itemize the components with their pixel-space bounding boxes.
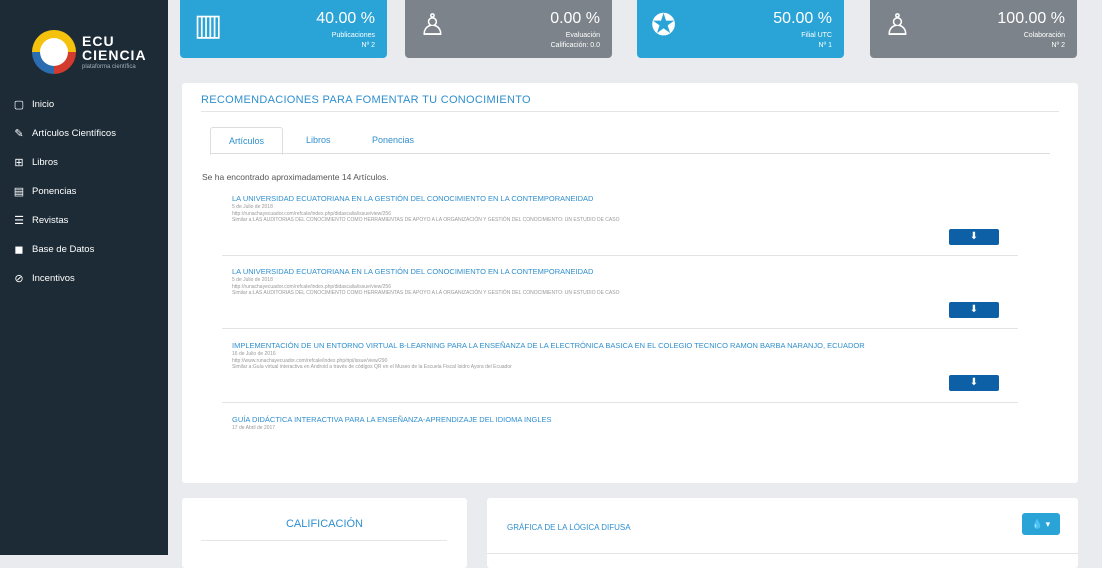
item-similar: Similar a:LAS AUDITORIAS DEL CONOCIMIENT… — [232, 217, 620, 223]
tab-libros[interactable]: Libros — [306, 127, 331, 153]
brand-name-line2: CIENCIA — [82, 47, 147, 63]
item-title[interactable]: LA UNIVERSIDAD ECUATORIANA EN LA GESTIÓN… — [232, 267, 1022, 277]
newspaper-icon: ▤ — [13, 186, 25, 198]
sidebar-item-ponencias[interactable]: ▤ Ponencias — [0, 177, 168, 206]
logo[interactable]: ECU CIENCIA plataforma científica — [14, 20, 154, 75]
list-item: LA UNIVERSIDAD ECUATORIANA EN LA GESTIÓN… — [232, 194, 1022, 224]
sidebar-item-articulos[interactable]: ✎ Artículos Científicos — [0, 119, 168, 148]
item-similar: Similar a:Guía virtual interactiva en An… — [232, 364, 512, 370]
stat-label: Filial UTC — [801, 32, 832, 39]
book-icon: ⊞ — [14, 157, 24, 169]
sidebar-item-label: Revistas — [32, 215, 69, 226]
results-count: Se ha encontrado aproximadamente 14 Artí… — [202, 172, 389, 182]
sidebar-item-label: Inicio — [32, 99, 55, 110]
user-icon: ♙ — [419, 9, 446, 42]
sidebar-item-base-de-datos[interactable]: ◼ Base de Datos — [0, 235, 168, 264]
item-title[interactable]: GUÍA DIDÁCTICA INTERACTIVA PARA LA ENSEÑ… — [232, 415, 1022, 425]
item-title[interactable]: IMPLEMENTACIÓN DE UN ENTORNO VIRTUAL B-L… — [232, 341, 1022, 351]
stat-sub: Nº 2 — [1051, 42, 1065, 49]
sidebar-item-inicio[interactable]: ▢ Inicio — [0, 90, 168, 119]
sidebar-item-label: Incentivos — [32, 273, 75, 284]
download-button[interactable]: ⬇ — [949, 375, 999, 391]
list-item: GUÍA DIDÁCTICA INTERACTIVA PARA LA ENSEÑ… — [232, 415, 1022, 432]
item-similar: Similar a:LAS AUDITORIAS DEL CONOCIMIENT… — [232, 290, 620, 296]
database-icon: ◼ — [14, 244, 24, 256]
divider — [487, 553, 1078, 554]
droplet-dropdown-button[interactable]: 💧 ▾ — [1022, 513, 1060, 535]
rating-title: CALIFICACIÓN — [285, 518, 363, 530]
item-date: 17 de Abril de 2017 — [232, 425, 276, 431]
download-button[interactable]: ⬇ — [949, 302, 999, 318]
recommendations-panel: RECOMENDACIONES PARA FOMENTAR TU CONOCIM… — [182, 83, 1078, 483]
tab-ponencias[interactable]: Ponencias — [372, 127, 414, 153]
tag-icon: ⊘ — [14, 273, 24, 285]
brand-name-line1: ECU — [82, 33, 115, 49]
stat-label: Publicaciones — [331, 32, 375, 39]
sidebar-nav: ▢ Inicio ✎ Artículos Científicos ⊞ Libros ▤… — [0, 90, 168, 293]
chevron-down-icon: ▾ — [1045, 519, 1051, 529]
star-circle-icon: ✪ — [651, 9, 677, 42]
stat-sub: Nº 2 — [361, 42, 375, 49]
sidebar-item-label: Ponencias — [32, 186, 77, 197]
download-button[interactable]: ⬇ — [949, 229, 999, 245]
divider — [201, 540, 447, 541]
brand-tagline: plataforma científica — [82, 64, 136, 70]
users-icon: ♙ — [884, 9, 911, 42]
stats-cards: ▥ 40.00 % Publicaciones Nº 2 ♙ 0.00 % Ev… — [180, 0, 1078, 60]
sidebar-item-incentivos[interactable]: ⊘ Incentivos — [0, 264, 168, 293]
item-title[interactable]: LA UNIVERSIDAD ECUATORIANA EN LA GESTIÓN… — [232, 194, 1022, 204]
edit-icon: ✎ — [14, 128, 24, 140]
tab-articulos[interactable]: Artículos — [210, 127, 284, 155]
stat-percent: 100.00 % — [997, 10, 1065, 27]
stat-sub: Calificación: 0.0 — [550, 42, 600, 49]
stat-card-evaluacion[interactable]: ♙ 0.00 % Evaluación Calificación: 0.0 — [405, 0, 612, 58]
rating-panel: CALIFICACIÓN — [182, 498, 467, 568]
download-icon: ⬇ — [969, 304, 979, 315]
logo-emblem — [32, 30, 76, 74]
download-icon: ⬇ — [969, 231, 979, 242]
sidebar-item-revistas[interactable]: ☰ Revistas — [0, 206, 168, 235]
stat-percent: 40.00 % — [316, 10, 375, 27]
sidebar-item-label: Base de Datos — [32, 244, 95, 255]
download-icon: ⬇ — [969, 377, 979, 388]
book-open-icon: ▥ — [194, 9, 223, 42]
list-icon: ☰ — [14, 215, 24, 227]
list-item: IMPLEMENTACIÓN DE UN ENTORNO VIRTUAL B-L… — [232, 341, 1022, 371]
panel-title: RECOMENDACIONES PARA FOMENTAR TU CONOCIM… — [201, 94, 531, 106]
stat-card-colaboracion[interactable]: ♙ 100.00 % Colaboración Nº 2 — [870, 0, 1077, 58]
divider — [201, 111, 1059, 112]
stat-percent: 0.00 % — [550, 10, 600, 27]
fuzzy-logic-panel: GRÁFICA DE LA LÓGICA DIFUSA 💧 ▾ — [487, 498, 1078, 568]
stat-card-publicaciones[interactable]: ▥ 40.00 % Publicaciones Nº 2 — [180, 0, 387, 58]
droplet-icon: 💧 — [1031, 519, 1044, 529]
sidebar-item-libros[interactable]: ⊞ Libros — [0, 148, 168, 177]
sidebar-item-label: Libros — [32, 157, 58, 168]
divider — [222, 328, 1018, 329]
stat-label: Colaboración — [1023, 32, 1065, 39]
stat-card-filial[interactable]: ✪ 50.00 % Filial UTC Nº 1 — [637, 0, 844, 58]
stat-percent: 50.00 % — [773, 10, 832, 27]
stat-label: Evaluación — [565, 32, 600, 39]
divider — [222, 402, 1018, 403]
fuzzy-logic-title: GRÁFICA DE LA LÓGICA DIFUSA — [507, 523, 631, 532]
divider — [210, 153, 1050, 154]
sidebar: ECU CIENCIA plataforma científica ▢ Inici… — [0, 0, 168, 555]
stat-sub: Nº 1 — [818, 42, 832, 49]
divider — [222, 255, 1018, 256]
list-item: LA UNIVERSIDAD ECUATORIANA EN LA GESTIÓN… — [232, 267, 1022, 297]
square-icon: ▢ — [13, 99, 25, 111]
sidebar-item-label: Artículos Científicos — [32, 128, 116, 139]
